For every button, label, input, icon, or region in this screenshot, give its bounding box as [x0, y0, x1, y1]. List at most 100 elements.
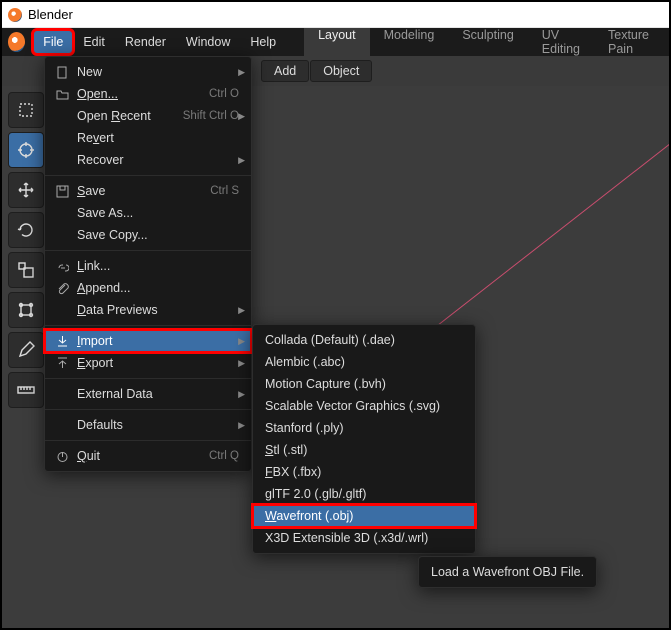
shortcut-text: Ctrl O	[209, 88, 239, 100]
file-save-copy[interactable]: Save Copy...	[45, 224, 251, 246]
submenu-arrow-icon: ▶	[238, 420, 245, 431]
menu-window[interactable]: Window	[176, 30, 240, 54]
menu-edit[interactable]: Edit	[73, 30, 115, 54]
top-menu: File Edit Render Window Help Layout Mode…	[2, 28, 669, 56]
transform-icon	[16, 300, 36, 320]
tool-scale[interactable]	[8, 252, 44, 288]
file-new[interactable]: New ▶	[45, 61, 251, 83]
file-quit-label: Quit	[77, 449, 209, 463]
import-fbx[interactable]: FBX (.fbx)	[253, 461, 475, 483]
file-new-label: New	[77, 65, 243, 79]
file-export-label: Export	[77, 356, 243, 370]
file-external-label: External Data	[77, 387, 243, 401]
import-submenu: Collada (Default) (.dae) Alembic (.abc) …	[252, 324, 476, 554]
file-recover-label: Recover	[77, 153, 243, 167]
header-object[interactable]: Object	[310, 60, 372, 82]
import-wavefront-obj[interactable]: Wavefront (.obj)	[253, 505, 475, 527]
tab-uv-editing[interactable]: UV Editing	[528, 28, 594, 61]
rotate-icon	[16, 220, 36, 240]
tooltip: Load a Wavefront OBJ File.	[418, 556, 597, 588]
app-icon	[8, 32, 25, 52]
header-add[interactable]: Add	[261, 60, 309, 82]
file-recover[interactable]: Recover ▶	[45, 149, 251, 171]
file-import[interactable]: Import ▶	[45, 330, 251, 352]
tab-layout[interactable]: Layout	[304, 28, 370, 61]
ruler-icon	[16, 380, 36, 400]
import-collada[interactable]: Collada (Default) (.dae)	[253, 329, 475, 351]
tab-sculpting[interactable]: Sculpting	[448, 28, 527, 61]
submenu-arrow-icon: ▶	[238, 155, 245, 166]
toolbar-left	[8, 92, 48, 408]
folder-icon	[53, 88, 71, 101]
import-icon	[53, 335, 71, 348]
menu-render[interactable]: Render	[115, 30, 176, 54]
separator	[45, 440, 251, 441]
cursor-icon	[16, 140, 36, 160]
file-open[interactable]: Open... Ctrl O	[45, 83, 251, 105]
move-icon	[16, 180, 36, 200]
tool-measure[interactable]	[8, 372, 44, 408]
file-menu-dropdown: New ▶ Open... Ctrl O Open Recent Shift C…	[44, 56, 252, 472]
file-icon	[53, 66, 71, 79]
save-icon	[53, 185, 71, 198]
file-link[interactable]: Link...	[45, 255, 251, 277]
pencil-icon	[16, 340, 36, 360]
window-title: Blender	[28, 7, 73, 22]
separator	[45, 378, 251, 379]
import-x3d[interactable]: X3D Extensible 3D (.x3d/.wrl)	[253, 527, 475, 549]
file-open-label: Open...	[77, 87, 209, 101]
file-external-data[interactable]: External Data ▶	[45, 383, 251, 405]
import-bvh[interactable]: Motion Capture (.bvh)	[253, 373, 475, 395]
tool-tweak[interactable]	[8, 92, 44, 128]
tab-modeling[interactable]: Modeling	[370, 28, 449, 61]
submenu-arrow-icon: ▶	[238, 305, 245, 316]
file-save-as[interactable]: Save As...	[45, 202, 251, 224]
separator	[45, 250, 251, 251]
file-open-recent-label: Open Recent	[77, 109, 183, 123]
blender-logo-icon	[8, 8, 22, 22]
file-save-label: Save	[77, 184, 210, 198]
scale-icon	[16, 260, 36, 280]
file-defaults[interactable]: Defaults ▶	[45, 414, 251, 436]
tool-move[interactable]	[8, 172, 44, 208]
tab-texture-paint[interactable]: Texture Pain	[594, 28, 663, 61]
submenu-arrow-icon: ▶	[238, 336, 245, 347]
menu-help[interactable]: Help	[240, 30, 286, 54]
file-revert-label: Revert	[77, 131, 243, 145]
power-icon	[53, 450, 71, 463]
import-gltf[interactable]: glTF 2.0 (.glb/.gltf)	[253, 483, 475, 505]
tool-annotate[interactable]	[8, 332, 44, 368]
import-svg[interactable]: Scalable Vector Graphics (.svg)	[253, 395, 475, 417]
file-defaults-label: Defaults	[77, 418, 243, 432]
link-icon	[53, 260, 71, 273]
file-save[interactable]: Save Ctrl S	[45, 180, 251, 202]
import-ply[interactable]: Stanford (.ply)	[253, 417, 475, 439]
titlebar: Blender	[2, 2, 669, 28]
submenu-arrow-icon: ▶	[238, 111, 245, 122]
file-quit[interactable]: Quit Ctrl Q	[45, 445, 251, 467]
file-previews-label: Data Previews	[77, 303, 243, 317]
file-revert[interactable]: Revert	[45, 127, 251, 149]
shortcut-text: Ctrl S	[210, 185, 239, 197]
paperclip-icon	[53, 282, 71, 295]
separator	[45, 409, 251, 410]
file-open-recent[interactable]: Open Recent Shift Ctrl O ▶	[45, 105, 251, 127]
submenu-arrow-icon: ▶	[238, 67, 245, 78]
select-box-icon	[16, 100, 36, 120]
tool-rotate[interactable]	[8, 212, 44, 248]
file-data-previews[interactable]: Data Previews ▶	[45, 299, 251, 321]
file-save-copy-label: Save Copy...	[77, 228, 243, 242]
app-window: Blender File Edit Render Window Help Lay…	[0, 0, 671, 630]
app-content: File Edit Render Window Help Layout Mode…	[2, 28, 669, 628]
submenu-arrow-icon: ▶	[238, 358, 245, 369]
file-import-label: Import	[77, 334, 243, 348]
tool-cursor[interactable]	[8, 132, 44, 168]
menu-file[interactable]: File	[33, 30, 73, 54]
file-append[interactable]: Append...	[45, 277, 251, 299]
file-export[interactable]: Export ▶	[45, 352, 251, 374]
tool-transform[interactable]	[8, 292, 44, 328]
import-alembic[interactable]: Alembic (.abc)	[253, 351, 475, 373]
submenu-arrow-icon: ▶	[238, 389, 245, 400]
export-icon	[53, 357, 71, 370]
import-stl[interactable]: Stl (.stl)	[253, 439, 475, 461]
